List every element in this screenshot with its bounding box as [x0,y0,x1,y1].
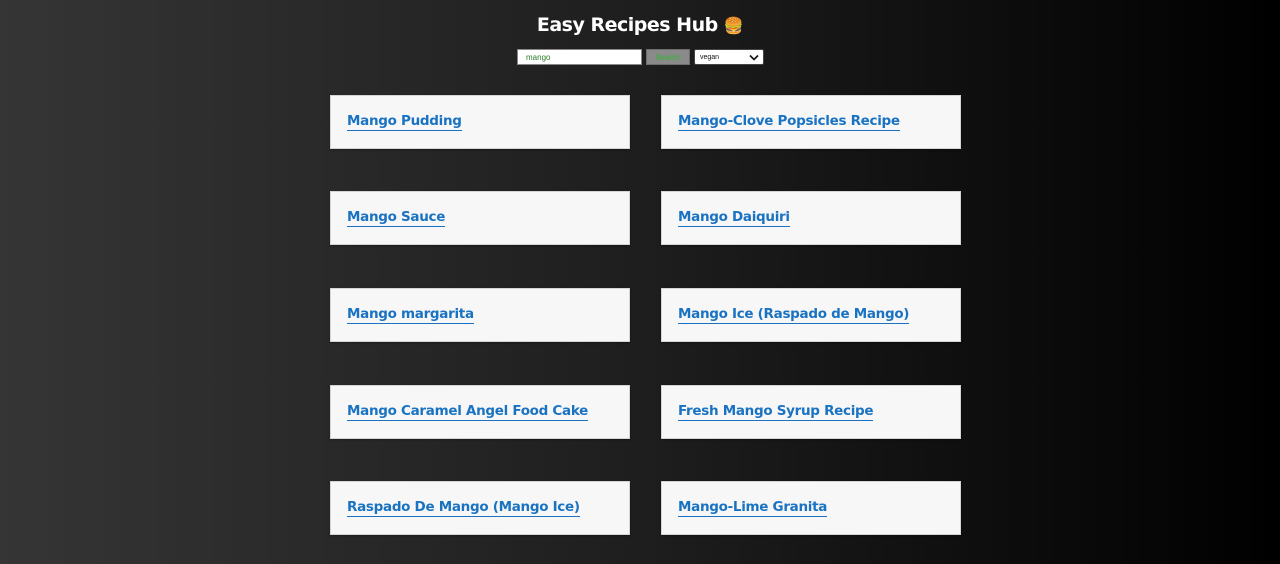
recipe-card: Mango Ice (Raspado de Mango) [661,288,961,342]
diet-select[interactable]: vegan [694,49,764,65]
search-input[interactable] [517,49,642,65]
recipe-link[interactable]: Mango Daiquiri [678,209,790,227]
search-bar: Search vegan [517,49,764,65]
recipe-link[interactable]: Mango margarita [347,306,474,324]
recipe-link[interactable]: Raspado De Mango (Mango Ice) [347,499,580,517]
recipe-link[interactable]: Mango-Lime Granita [678,499,827,517]
recipe-card: Mango Daiquiri [661,191,961,245]
recipe-link[interactable]: Mango-Clove Popsicles Recipe [678,113,900,131]
recipe-card: Mango Pudding [330,95,630,149]
recipe-card: Mango Sauce [330,191,630,245]
diet-select-value: vegan [700,53,720,61]
recipe-link[interactable]: Mango Pudding [347,113,462,131]
recipe-link[interactable]: Fresh Mango Syrup Recipe [678,403,874,421]
page-title-text: Easy Recipes Hub [536,14,718,36]
chevron-down-icon [749,54,759,61]
recipe-link[interactable]: Mango Caramel Angel Food Cake [347,403,588,421]
page-title: Easy Recipes Hub 🍔 [0,14,1280,36]
recipe-link[interactable]: Mango Sauce [347,209,445,227]
recipe-card: Mango-Clove Popsicles Recipe [661,95,961,149]
recipe-card: Mango Caramel Angel Food Cake [330,385,630,439]
search-button[interactable]: Search [646,49,690,65]
recipe-link[interactable]: Mango Ice (Raspado de Mango) [678,306,909,324]
recipe-card: Fresh Mango Syrup Recipe [661,385,961,439]
recipe-card: Mango-Lime Granita [661,481,961,535]
hamburger-icon: 🍔 [723,16,744,35]
recipe-card: Raspado De Mango (Mango Ice) [330,481,630,535]
recipe-card: Mango margarita [330,288,630,342]
